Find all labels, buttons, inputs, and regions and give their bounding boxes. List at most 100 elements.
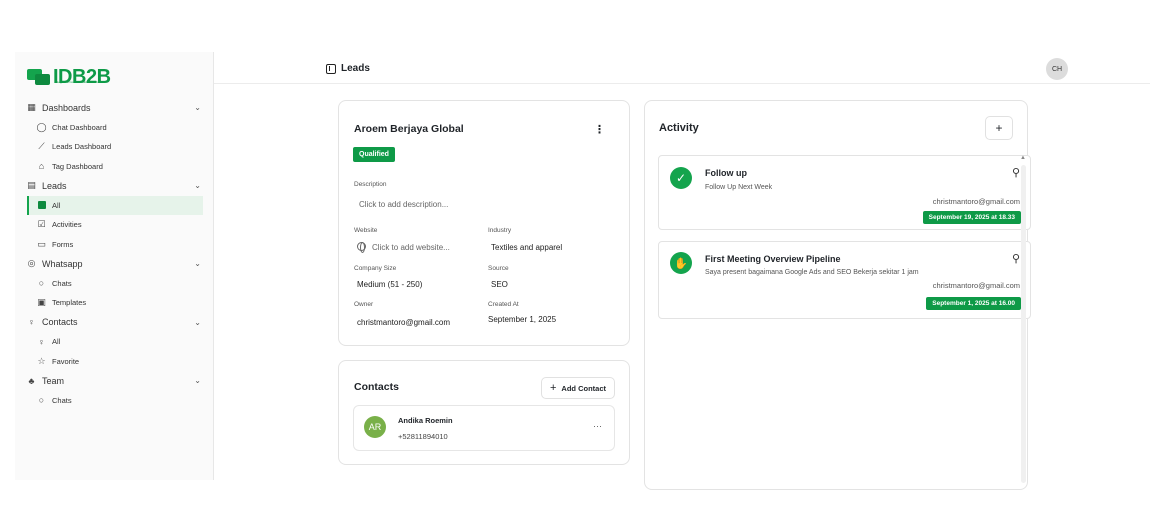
activity-title: Activity [659, 122, 699, 134]
top-bar: Leads CH [214, 52, 1150, 84]
website-label: Website [354, 227, 378, 234]
user-avatar[interactable]: CH [1046, 58, 1068, 80]
add-activity-button[interactable]: + [985, 116, 1013, 140]
sidebar-toggle-icon[interactable] [326, 63, 336, 74]
templates-icon: ▣ [37, 297, 46, 308]
owner-label: Owner [354, 301, 374, 308]
sidebar-item-chats[interactable]: ○ Chats [15, 274, 213, 294]
status-badge[interactable]: Qualified [353, 147, 395, 162]
sidebar-group-whatsapp[interactable]: ◎ Whatsapp ⌄ [15, 254, 213, 274]
brand-tagline: Integrated Communication Platform [55, 80, 103, 84]
activities-icon: ☑ [37, 219, 46, 230]
plus-icon: + [995, 121, 1003, 135]
sidebar-item-label: Leads [42, 180, 67, 191]
sidebar-item-label: Chats [52, 278, 72, 288]
chart-line-icon: ⟋ [38, 141, 45, 152]
chevron-down-icon[interactable]: ⌄ [194, 259, 201, 268]
sidebar-group-team[interactable]: ♣ Team ⌄ [15, 371, 213, 391]
company-size-value[interactable]: Medium (51 - 250) [357, 280, 422, 289]
chevron-down-icon[interactable]: ⌄ [194, 103, 201, 112]
page-title: Leads [326, 63, 370, 74]
check-icon: ✓ [670, 167, 692, 189]
activity-item-date: September 19, 2025 at 18.33 [922, 211, 1021, 224]
scroll-up-icon[interactable]: ▲ [1020, 155, 1026, 161]
sidebar-group-leads[interactable]: ▤ Leads ⌄ [15, 176, 213, 196]
description-field[interactable]: Click to add description... [359, 200, 448, 209]
sidebar-item-label: Chat Dashboard [52, 122, 107, 132]
leads-icon: ▤ [27, 180, 36, 191]
add-contact-button[interactable]: + Add Contact [540, 377, 615, 399]
sidebar-item-label: Team [42, 375, 65, 386]
sidebar-item-label: Forms [52, 239, 74, 249]
sidebar-item-favorite[interactable]: ☆ Favorite [15, 352, 213, 372]
industry-value[interactable]: Textiles and apparel [491, 243, 562, 252]
company-size-label: Company Size [354, 265, 397, 272]
contact-avatar: AR [364, 416, 386, 438]
created-label: Created At [488, 301, 519, 308]
sidebar-item-label: Contacts [42, 317, 78, 328]
activity-item-date: September 1, 2025 at 16.00 [926, 297, 1021, 310]
contact-name: Andika Roemin [398, 416, 453, 425]
sidebar-group-contacts[interactable]: ♀ Contacts ⌄ [15, 313, 213, 333]
brand-logo[interactable]: IDB2B [27, 64, 111, 90]
assign-person-icon[interactable]: ⚲ [1012, 252, 1020, 265]
dashboard-icon: ▦ [27, 102, 36, 113]
source-value[interactable]: SEO [491, 280, 508, 289]
industry-label: Industry [488, 227, 512, 234]
company-name: Aroem Berjaya Global [354, 123, 464, 135]
sidebar-item-label: Whatsapp [42, 258, 83, 269]
chevron-down-icon[interactable]: ⌄ [194, 376, 201, 385]
activity-item-email: christmantoro@gmail.com [932, 281, 1020, 290]
sidebar-item-label: Leads Dashboard [52, 142, 112, 152]
contact-list-item[interactable]: AR Andika Roemin +52811894010 ··· [353, 405, 615, 451]
sidebar-item-tag-dashboard[interactable]: ⌂ Tag Dashboard [15, 157, 213, 177]
sidebar-item-label: Tag Dashboard [52, 161, 103, 171]
created-value: September 1, 2025 [488, 315, 557, 324]
sidebar-item-forms[interactable]: ▭ Forms [15, 235, 213, 255]
activity-item[interactable]: ✋ First Meeting Overview Pipeline Saya p… [658, 241, 1031, 319]
source-label: Source [488, 265, 509, 272]
sidebar-item-activities[interactable]: ☑ Activities [15, 215, 213, 235]
person-icon: ♀ [38, 336, 45, 347]
sidebar-item-all[interactable]: All [27, 195, 203, 215]
app-window: IDB2B Integrated Communication Platform … [0, 52, 1150, 490]
more-horizontal-icon[interactable]: ··· [593, 421, 602, 431]
activity-item[interactable]: ✓ Follow up Follow Up Next Week ⚲ christ… [658, 155, 1031, 230]
sidebar-item-leads-dashboard[interactable]: ⟋ Leads Dashboard [15, 137, 213, 157]
sidebar-item-templates[interactable]: ▣ Templates [15, 293, 213, 313]
star-icon: ☆ [37, 355, 46, 366]
forms-icon: ▭ [37, 238, 46, 249]
owner-value[interactable]: christmantoro@gmail.com [357, 318, 450, 327]
sidebar-item-label: All [52, 200, 61, 210]
contacts-title: Contacts [354, 381, 399, 393]
sidebar-item-label: Templates [52, 298, 87, 308]
tag-icon: ⌂ [38, 161, 45, 172]
lead-details-card: Aroem Berjaya Global ⋮ Qualified Descrip… [338, 100, 630, 346]
sidebar: IDB2B Integrated Communication Platform … [15, 52, 214, 480]
brand-name: IDB2B [53, 65, 111, 88]
whatsapp-icon: ◎ [27, 258, 36, 269]
assign-person-icon[interactable]: ⚲ [1012, 166, 1020, 179]
logo-chat-icon [27, 68, 51, 86]
scroll-thumb[interactable] [1021, 165, 1026, 483]
chat-icon: ◯ [36, 121, 47, 132]
sidebar-group-dashboards[interactable]: ▦ Dashboards ⌄ [15, 98, 213, 118]
globe-icon [357, 242, 366, 253]
activity-item-email: christmantoro@gmail.com [932, 197, 1020, 206]
sidebar-item-chats[interactable]: ○ Chats [15, 391, 213, 411]
more-options-icon[interactable]: ⋮ [594, 123, 605, 136]
chevron-down-icon[interactable]: ⌄ [194, 181, 201, 190]
sidebar-item-label: Activities [52, 220, 82, 230]
contacts-card: Contacts + Add Contact AR Andika Roemin … [338, 360, 630, 465]
activity-scrollbar[interactable]: ▲ [1020, 153, 1027, 483]
activity-item-description: Follow Up Next Week [705, 184, 773, 191]
sidebar-item-chat-dashboard[interactable]: ◯ Chat Dashboard [15, 118, 213, 138]
sidebar-item-label: Favorite [52, 356, 80, 366]
chevron-down-icon[interactable]: ⌄ [194, 318, 201, 327]
activity-item-description: Saya present bagaimana Google Ads and SE… [705, 269, 919, 276]
sidebar-item-all[interactable]: ♀ All [15, 332, 213, 352]
sidebar-nav: ▦ Dashboards ⌄ ◯ Chat Dashboard ⟋ Leads Dashbo… [15, 98, 213, 410]
chat-icon: ○ [38, 278, 45, 289]
website-field[interactable]: Click to add website... [357, 242, 450, 253]
handshake-icon: ✋ [670, 252, 692, 274]
